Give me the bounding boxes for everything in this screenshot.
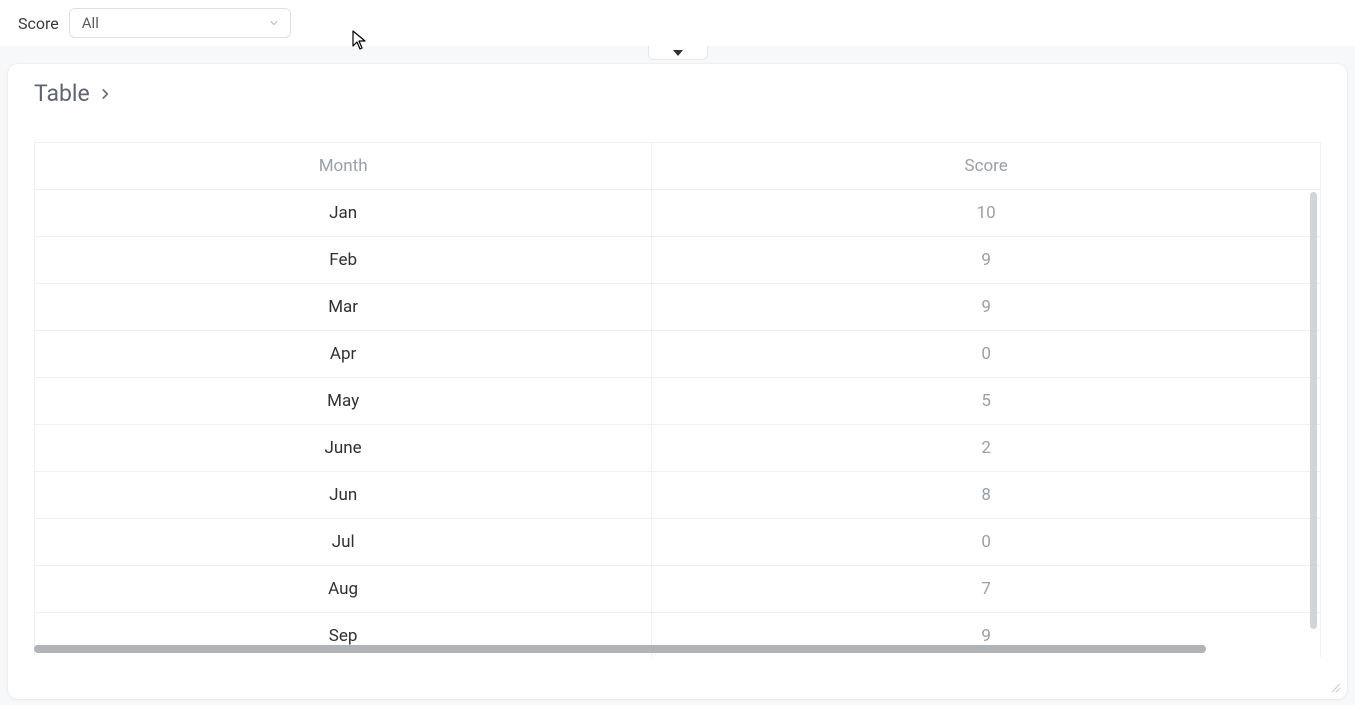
- cell-month: Jan: [35, 190, 652, 237]
- expand-panel-handle[interactable]: [648, 46, 708, 60]
- cell-month: Jun: [35, 472, 652, 519]
- table-row[interactable]: Aug 7: [35, 566, 1321, 613]
- table-row[interactable]: June 2: [35, 425, 1321, 472]
- vertical-scrollbar[interactable]: [1310, 192, 1317, 629]
- table-row[interactable]: Jan 10: [35, 190, 1321, 237]
- chevron-down-icon: [268, 17, 280, 29]
- table-row[interactable]: Jun 8: [35, 472, 1321, 519]
- column-header-score[interactable]: Score: [652, 143, 1321, 190]
- cell-score: 0: [652, 519, 1321, 566]
- table-row[interactable]: Feb 9: [35, 237, 1321, 284]
- cell-score: 0: [652, 331, 1321, 378]
- cell-score: 5: [652, 378, 1321, 425]
- resize-handle-icon[interactable]: [1329, 681, 1341, 693]
- page-body: Table Month Score Jan 10: [0, 46, 1355, 705]
- column-header-month[interactable]: Month: [35, 143, 652, 190]
- cell-month: May: [35, 378, 652, 425]
- table-row[interactable]: Jul 0: [35, 519, 1321, 566]
- table-row[interactable]: Apr 0: [35, 331, 1321, 378]
- filter-label: Score: [18, 14, 59, 33]
- cell-month: Apr: [35, 331, 652, 378]
- data-table: Month Score Jan 10 Feb 9 Mar 9: [34, 142, 1321, 657]
- table-wrap: Month Score Jan 10 Feb 9 Mar 9: [34, 142, 1321, 657]
- score-filter-select[interactable]: All: [69, 8, 291, 38]
- cell-month: Mar: [35, 284, 652, 331]
- panel-title[interactable]: Table: [8, 80, 112, 107]
- cell-score: 7: [652, 566, 1321, 613]
- cell-month: Aug: [35, 566, 652, 613]
- chevron-right-icon: [98, 87, 112, 101]
- cell-score: 2: [652, 425, 1321, 472]
- horizontal-scrollbar[interactable]: [34, 645, 1206, 653]
- cell-score: 9: [652, 237, 1321, 284]
- table-row[interactable]: May 5: [35, 378, 1321, 425]
- cell-score: 10: [652, 190, 1321, 237]
- table-row[interactable]: Mar 9: [35, 284, 1321, 331]
- table-panel: Table Month Score Jan 10: [8, 64, 1347, 699]
- cell-score: 9: [652, 284, 1321, 331]
- filter-bar: Score All: [0, 0, 1355, 46]
- cell-month: Jul: [35, 519, 652, 566]
- cell-month: Feb: [35, 237, 652, 284]
- table-header-row: Month Score: [35, 143, 1321, 190]
- cell-score: 8: [652, 472, 1321, 519]
- panel-title-text: Table: [34, 80, 90, 107]
- cell-month: June: [35, 425, 652, 472]
- score-filter-value: All: [82, 14, 99, 32]
